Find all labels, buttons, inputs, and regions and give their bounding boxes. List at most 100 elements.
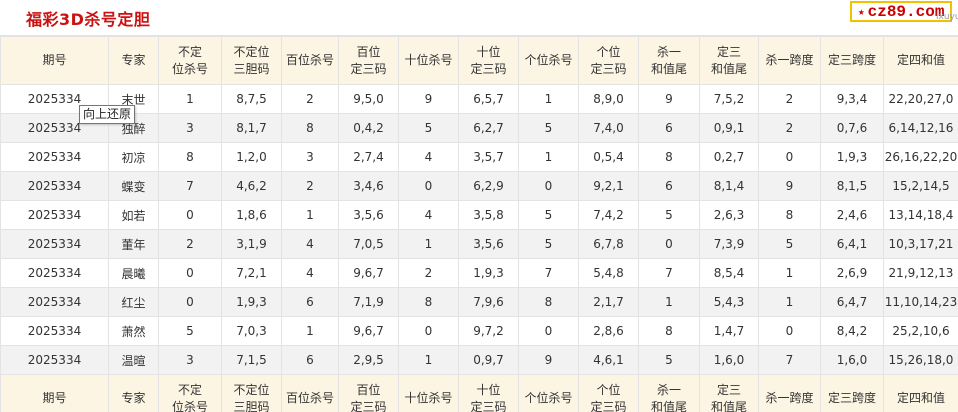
column-header-line: 百位 bbox=[356, 382, 381, 397]
table-cell: 1 bbox=[398, 345, 459, 375]
column-header: 杀一跨度 bbox=[758, 374, 821, 412]
expert-name-cell[interactable]: 晨曦 bbox=[108, 258, 159, 288]
column-header-line: 定三跨度 bbox=[827, 391, 876, 405]
table-cell: 4 bbox=[398, 200, 459, 230]
table-cell: 1,2,0 bbox=[221, 142, 282, 172]
table-cell: 9,7,2 bbox=[458, 316, 519, 346]
table-cell: 10,3,17,21 bbox=[883, 229, 958, 259]
table-cell: 7 bbox=[518, 258, 579, 288]
column-header: 十位 定三码 bbox=[458, 36, 519, 85]
table-row: 2025334 如若 0 1,8,6 1 3,5,6 4 3,5,8 5 7,4,2 5 2,6,3 8… bbox=[0, 200, 958, 230]
column-header-line: 个位 bbox=[596, 382, 621, 397]
expert-name-cell[interactable]: 红尘 bbox=[108, 287, 159, 317]
column-header: 定三 和值尾 bbox=[699, 36, 759, 85]
column-header: 百位杀号 bbox=[281, 374, 339, 412]
table-cell: 5 bbox=[518, 113, 579, 143]
column-header-line: 十位杀号 bbox=[404, 53, 453, 67]
expert-name-cell[interactable]: 温暄 bbox=[108, 345, 159, 375]
table-cell: 2,6,3 bbox=[699, 200, 759, 230]
table-cell: 0 bbox=[518, 171, 579, 201]
table-cell: 7 bbox=[758, 345, 821, 375]
expert-name-cell[interactable]: 初凉 bbox=[108, 142, 159, 172]
table-cell: 5 bbox=[518, 200, 579, 230]
table-cell: 5 bbox=[518, 229, 579, 259]
column-header: 百位 定三码 bbox=[338, 374, 399, 412]
table-cell: 22,20,27,0 bbox=[883, 84, 958, 114]
table-cell: 2025334 bbox=[0, 287, 109, 317]
table-cell: 4,6,1 bbox=[578, 345, 639, 375]
tooltip: 向上还原 bbox=[79, 105, 136, 124]
column-header-line: 定三码 bbox=[590, 61, 627, 76]
table-cell: 6,2,9 bbox=[458, 171, 519, 201]
table-cell: 1 bbox=[281, 316, 339, 346]
column-header-line: 百位 bbox=[356, 44, 381, 59]
column-header-line: 期号 bbox=[42, 391, 67, 405]
table-cell: 6 bbox=[281, 287, 339, 317]
column-header-line: 定三 bbox=[716, 44, 741, 59]
table-cell: 1,6,0 bbox=[820, 345, 884, 375]
table-cell: 3 bbox=[158, 345, 222, 375]
table-row: 2025334 董年 2 3,1,9 4 7,0,5 1 3,5,6 5 6,7,8 0 7,3,9 5… bbox=[0, 229, 958, 259]
column-header: 不定位 三胆码 bbox=[221, 374, 282, 412]
table-cell: 1 bbox=[398, 229, 459, 259]
table-cell: 8 bbox=[638, 142, 700, 172]
table-cell: 11,10,14,23 bbox=[883, 287, 958, 317]
expert-name-cell[interactable]: 萧然 bbox=[108, 316, 159, 346]
table-cell: 0,4,2 bbox=[338, 113, 399, 143]
column-header-line: 个位杀号 bbox=[524, 53, 573, 67]
table-cell: 1 bbox=[638, 287, 700, 317]
table-cell: 0 bbox=[758, 142, 821, 172]
table-cell: 9 bbox=[758, 171, 821, 201]
table-cell: 2 bbox=[158, 229, 222, 259]
table-cell: 6,5,7 bbox=[458, 84, 519, 114]
table-cell: 25,2,10,6 bbox=[883, 316, 958, 346]
table-cell: 3,5,6 bbox=[458, 229, 519, 259]
table-cell: 1 bbox=[758, 287, 821, 317]
table-cell: 5,4,3 bbox=[699, 287, 759, 317]
table-cell: 9 bbox=[518, 345, 579, 375]
table-cell: 0,2,7 bbox=[699, 142, 759, 172]
table-cell: 2025334 bbox=[0, 200, 109, 230]
column-header-line: 不定位 bbox=[233, 44, 270, 59]
table-cell: 2 bbox=[281, 84, 339, 114]
table-cell: 8,1,5 bbox=[820, 171, 884, 201]
column-header: 专家 bbox=[108, 36, 159, 85]
expert-name-cell[interactable]: 董年 bbox=[108, 229, 159, 259]
table-body: 2025334 末世 1 8,7,5 2 9,5,0 9 6,5,7 1 8,9,0 9 7,5,2 2… bbox=[0, 84, 958, 375]
column-header-line: 定三码 bbox=[350, 61, 387, 76]
table-cell: 7,4,2 bbox=[578, 200, 639, 230]
table-cell: 1,9,3 bbox=[221, 287, 282, 317]
table-cell: 1,9,3 bbox=[458, 258, 519, 288]
table-cell: 9,6,7 bbox=[338, 316, 399, 346]
expert-name-cell[interactable]: 蝶变 bbox=[108, 171, 159, 201]
table-cell: 0 bbox=[518, 316, 579, 346]
table-cell: 13,14,18,4 bbox=[883, 200, 958, 230]
table-row: 2025334 初凉 8 1,2,0 3 2,7,4 4 3,5,7 1 0,5,4 8 0,2,7 0… bbox=[0, 142, 958, 172]
table-cell: 6,4,7 bbox=[820, 287, 884, 317]
table-cell: 4,6,2 bbox=[221, 171, 282, 201]
column-header: 专家 bbox=[108, 374, 159, 412]
table-cell: 4 bbox=[398, 142, 459, 172]
table-cell: 2,9,5 bbox=[338, 345, 399, 375]
expert-name-cell[interactable]: 如若 bbox=[108, 200, 159, 230]
table-cell: 2025334 bbox=[0, 345, 109, 375]
column-header-line: 定三 bbox=[716, 382, 741, 397]
column-header: 杀一跨度 bbox=[758, 36, 821, 85]
table-cell: 6,14,12,16 bbox=[883, 113, 958, 143]
table-cell: 3 bbox=[281, 142, 339, 172]
table-cell: 1 bbox=[158, 84, 222, 114]
table-cell: 0,9,1 bbox=[699, 113, 759, 143]
table-cell: 7 bbox=[638, 258, 700, 288]
column-header-line: 定三码 bbox=[350, 399, 387, 412]
column-header-line: 不定位 bbox=[233, 382, 270, 397]
table-cell: 1 bbox=[518, 142, 579, 172]
column-header-line: 位杀号 bbox=[171, 61, 208, 76]
column-header: 个位杀号 bbox=[518, 374, 579, 412]
column-header: 十位 定三码 bbox=[458, 374, 519, 412]
table-cell: 2,4,6 bbox=[820, 200, 884, 230]
table-cell: 21,9,12,13 bbox=[883, 258, 958, 288]
column-header-line: 十位 bbox=[476, 382, 501, 397]
page-title: 福彩3D杀号定胆 bbox=[26, 10, 151, 29]
table-cell: 9,6,7 bbox=[338, 258, 399, 288]
table-cell: 3,1,9 bbox=[221, 229, 282, 259]
